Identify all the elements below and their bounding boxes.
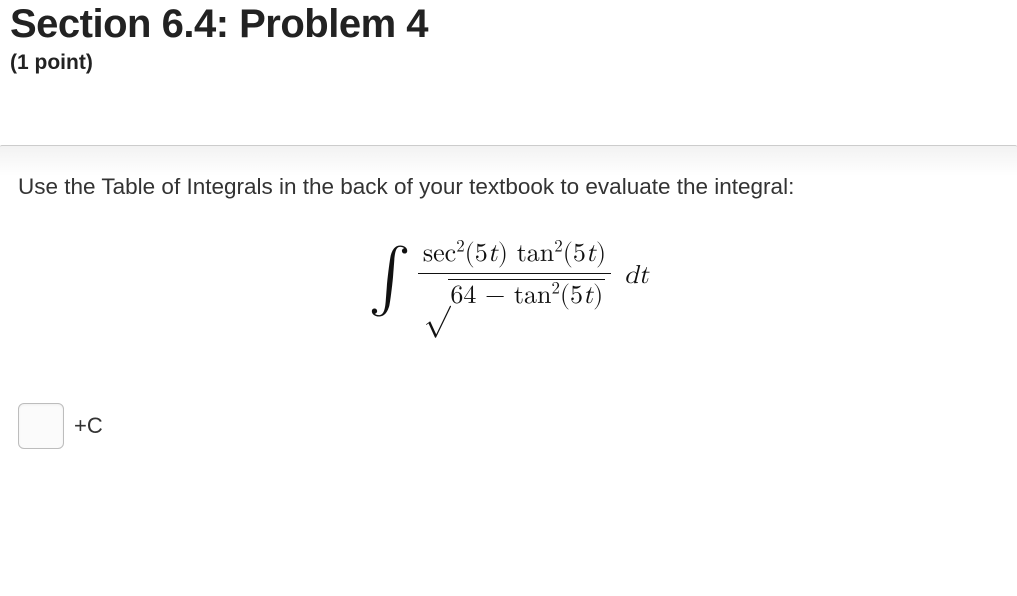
denominator: √ 64 − tan2(5t) — [418, 273, 612, 313]
answer-row: +C — [18, 403, 999, 449]
tan-arg: (5t) — [563, 241, 606, 267]
den-tan-func: tan — [514, 283, 552, 309]
plus-c-label: +C — [74, 413, 103, 439]
sec-exp: 2 — [456, 238, 464, 255]
sec-arg: (5t) — [465, 241, 508, 267]
den-tan-arg: (5t) — [560, 283, 603, 309]
instruction-text: Use the Table of Integrals in the back o… — [18, 174, 999, 200]
problem-container: Use the Table of Integrals in the back o… — [0, 145, 1017, 469]
den-tan-exp: 2 — [551, 280, 559, 297]
tan-func: tan — [517, 241, 555, 267]
radicand: 64 − tan2(5t) — [448, 279, 605, 312]
points-label: (1 point) — [10, 51, 1007, 75]
constant-64: 64 — [450, 283, 476, 309]
integral-display: ∫ sec2(5t) tan2(5t) √ 64 − tan2(5t) — [18, 240, 999, 313]
page-title: Section 6.4: Problem 4 — [10, 2, 1007, 47]
radical-symbol: √ — [424, 282, 451, 315]
sec-func: sec — [423, 241, 456, 267]
square-root: √ 64 − tan2(5t) — [424, 279, 606, 312]
integral-symbol: ∫ — [368, 246, 411, 310]
minus-sign: − — [476, 283, 514, 309]
tan-exp: 2 — [554, 238, 562, 255]
fraction: sec2(5t) tan2(5t) √ 64 − tan2(5t) — [417, 240, 612, 313]
numerator: sec2(5t) tan2(5t) — [417, 240, 612, 273]
differential: dt — [624, 261, 649, 292]
answer-input[interactable] — [18, 403, 64, 449]
